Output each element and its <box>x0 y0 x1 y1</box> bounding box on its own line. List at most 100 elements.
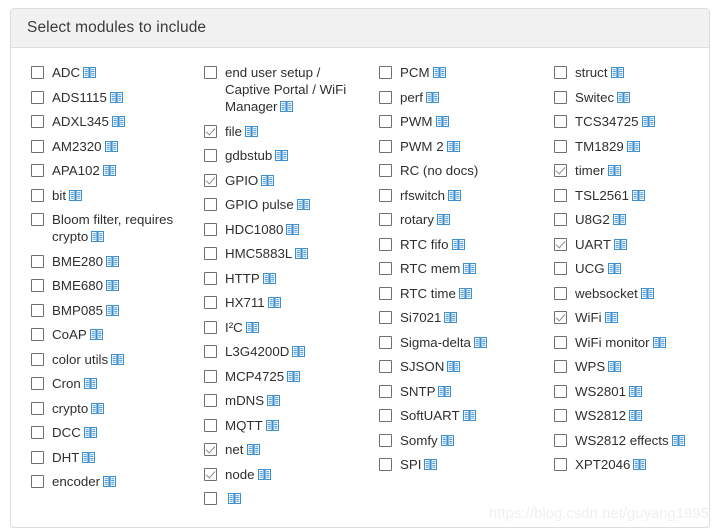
open-book-icon[interactable] <box>671 434 685 446</box>
doc-link-color-utils[interactable] <box>108 352 125 367</box>
doc-link-adxl345[interactable] <box>109 114 125 129</box>
module-label-rtc-time[interactable]: RTC time <box>400 285 472 302</box>
doc-link-bmp085[interactable] <box>103 303 119 318</box>
module-label-ads1115[interactable]: ADS1115 <box>52 89 123 106</box>
checkbox-websocket[interactable] <box>554 286 567 300</box>
checkbox-adc[interactable] <box>31 66 44 79</box>
checkbox-rotary[interactable] <box>379 213 392 226</box>
open-book-icon[interactable] <box>267 297 281 308</box>
checkbox-pwm-2[interactable] <box>379 139 392 153</box>
doc-link-end-user-setup-captive-portal-wifi-manager[interactable] <box>277 99 294 114</box>
module-label-am2320[interactable]: AM2320 <box>52 138 118 155</box>
open-book-icon[interactable] <box>607 165 621 176</box>
open-book-icon[interactable] <box>629 410 642 421</box>
checkbox-uart[interactable] <box>554 237 567 251</box>
module-row-tsl2561[interactable]: TSL2561 <box>554 187 706 204</box>
checkbox-cron[interactable] <box>31 377 44 390</box>
doc-link-rtc-time[interactable] <box>456 286 472 301</box>
open-book-icon[interactable] <box>83 378 97 389</box>
checkbox-bme280[interactable] <box>31 254 44 268</box>
module-label-hx711[interactable]: HX711 <box>225 294 281 311</box>
module-row-rtc-time[interactable]: RTC time <box>379 285 536 302</box>
module-label-gpio[interactable]: GPIO <box>225 172 275 189</box>
module-row-ucg[interactable]: UCG <box>554 260 706 277</box>
checkbox-http[interactable] <box>204 271 217 285</box>
module-label-gpio-pulse[interactable]: GPIO pulse <box>225 196 310 213</box>
module-row-softuart[interactable]: SoftUART <box>379 407 536 424</box>
doc-link-tcs34725[interactable] <box>639 114 655 129</box>
open-book-icon[interactable] <box>106 304 119 316</box>
doc-link-crypto[interactable] <box>88 401 105 416</box>
doc-link-sigma-delta[interactable] <box>471 335 487 350</box>
checkbox-rtc-time[interactable] <box>379 286 392 300</box>
checkbox-gpio[interactable] <box>204 173 217 187</box>
module-row-u8g2[interactable]: U8G2 <box>554 211 706 228</box>
doc-link-uart[interactable] <box>611 237 627 252</box>
module-row-node[interactable]: node <box>204 466 361 483</box>
open-book-icon[interactable] <box>435 116 449 127</box>
module-label-u8g2[interactable]: U8G2 <box>575 211 626 228</box>
doc-link-si7021[interactable] <box>441 310 458 325</box>
open-book-icon[interactable] <box>613 238 627 250</box>
doc-link-tm1829[interactable] <box>624 139 640 154</box>
doc-link-timer[interactable] <box>605 163 621 178</box>
module-row-cron[interactable]: Cron <box>31 375 186 392</box>
module-row-crypto[interactable]: crypto <box>31 400 186 417</box>
module-row-i-c[interactable]: I²C <box>204 319 361 336</box>
module-label-rfswitch[interactable]: rfswitch <box>400 187 462 204</box>
checkbox-gdbstub[interactable] <box>204 149 217 162</box>
doc-link-ws2812-effects[interactable] <box>669 433 685 448</box>
module-row-bit[interactable]: bit <box>31 187 186 204</box>
module-row-tcs34725[interactable]: TCS34725 <box>554 113 706 130</box>
checkbox-ws2812[interactable] <box>554 409 567 422</box>
module-label-wps[interactable]: WPS <box>575 358 622 375</box>
open-book-icon[interactable] <box>641 116 655 127</box>
checkbox-hmc5883l[interactable] <box>204 247 217 260</box>
doc-link-switec[interactable] <box>614 90 631 105</box>
open-book-icon[interactable] <box>106 255 119 267</box>
doc-link-cron[interactable] <box>81 376 97 391</box>
open-book-icon[interactable] <box>447 361 461 372</box>
module-label-crypto[interactable]: crypto <box>52 400 105 417</box>
doc-link-wps[interactable] <box>605 359 622 374</box>
checkbox-bme680[interactable] <box>31 279 44 292</box>
module-row-rtc-mem[interactable]: RTC mem <box>379 260 536 277</box>
checkbox-softuart[interactable] <box>379 409 392 422</box>
module-row-ws2812[interactable]: WS2812 <box>554 407 706 424</box>
module-row-mcp4725[interactable]: MCP4725 <box>204 368 361 385</box>
open-book-icon[interactable] <box>462 410 476 421</box>
doc-link-spi[interactable] <box>421 457 438 472</box>
open-book-icon[interactable] <box>245 125 258 137</box>
open-book-icon[interactable] <box>295 248 309 259</box>
module-label-tm1829[interactable]: TM1829 <box>575 138 640 155</box>
checkbox-dht[interactable] <box>31 450 44 464</box>
module-label-somfy[interactable]: Somfy <box>400 432 454 449</box>
module-label-node[interactable]: node <box>225 466 271 483</box>
doc-link-hx711[interactable] <box>265 295 281 310</box>
open-book-icon[interactable] <box>607 263 621 274</box>
module-row-adc[interactable]: ADC <box>31 64 186 81</box>
checkbox-rtc-fifo[interactable] <box>379 237 392 251</box>
open-book-icon[interactable] <box>104 140 118 152</box>
open-book-icon[interactable] <box>106 280 119 291</box>
doc-link-hdc1080[interactable] <box>283 222 300 237</box>
checkbox-am2320[interactable] <box>31 139 44 153</box>
doc-link-mcp4725[interactable] <box>284 369 301 384</box>
doc-link-ucg[interactable] <box>605 261 621 276</box>
module-row-ws2801[interactable]: WS2801 <box>554 383 706 400</box>
module-row-dht[interactable]: DHT <box>31 449 186 466</box>
checkbox-tm1829[interactable] <box>554 139 567 153</box>
doc-link-coap[interactable] <box>87 327 103 342</box>
module-row-rfswitch[interactable]: rfswitch <box>379 187 536 204</box>
open-book-icon[interactable] <box>652 336 666 348</box>
checkbox-file[interactable] <box>204 124 217 138</box>
open-book-icon[interactable] <box>262 272 276 284</box>
module-label-tsl2561[interactable]: TSL2561 <box>575 187 645 204</box>
module-row-ws2812-effects[interactable]: WS2812 effects <box>554 432 706 449</box>
checkbox-somfy[interactable] <box>379 433 392 447</box>
module-row-hx711[interactable]: HX711 <box>204 294 361 311</box>
module-label-rc-no-docs[interactable]: RC (no docs) <box>400 162 478 179</box>
module-row-encoder[interactable]: encoder <box>31 473 186 490</box>
module-label-ws2812-effects[interactable]: WS2812 effects <box>575 432 685 449</box>
open-book-icon[interactable] <box>463 263 477 274</box>
